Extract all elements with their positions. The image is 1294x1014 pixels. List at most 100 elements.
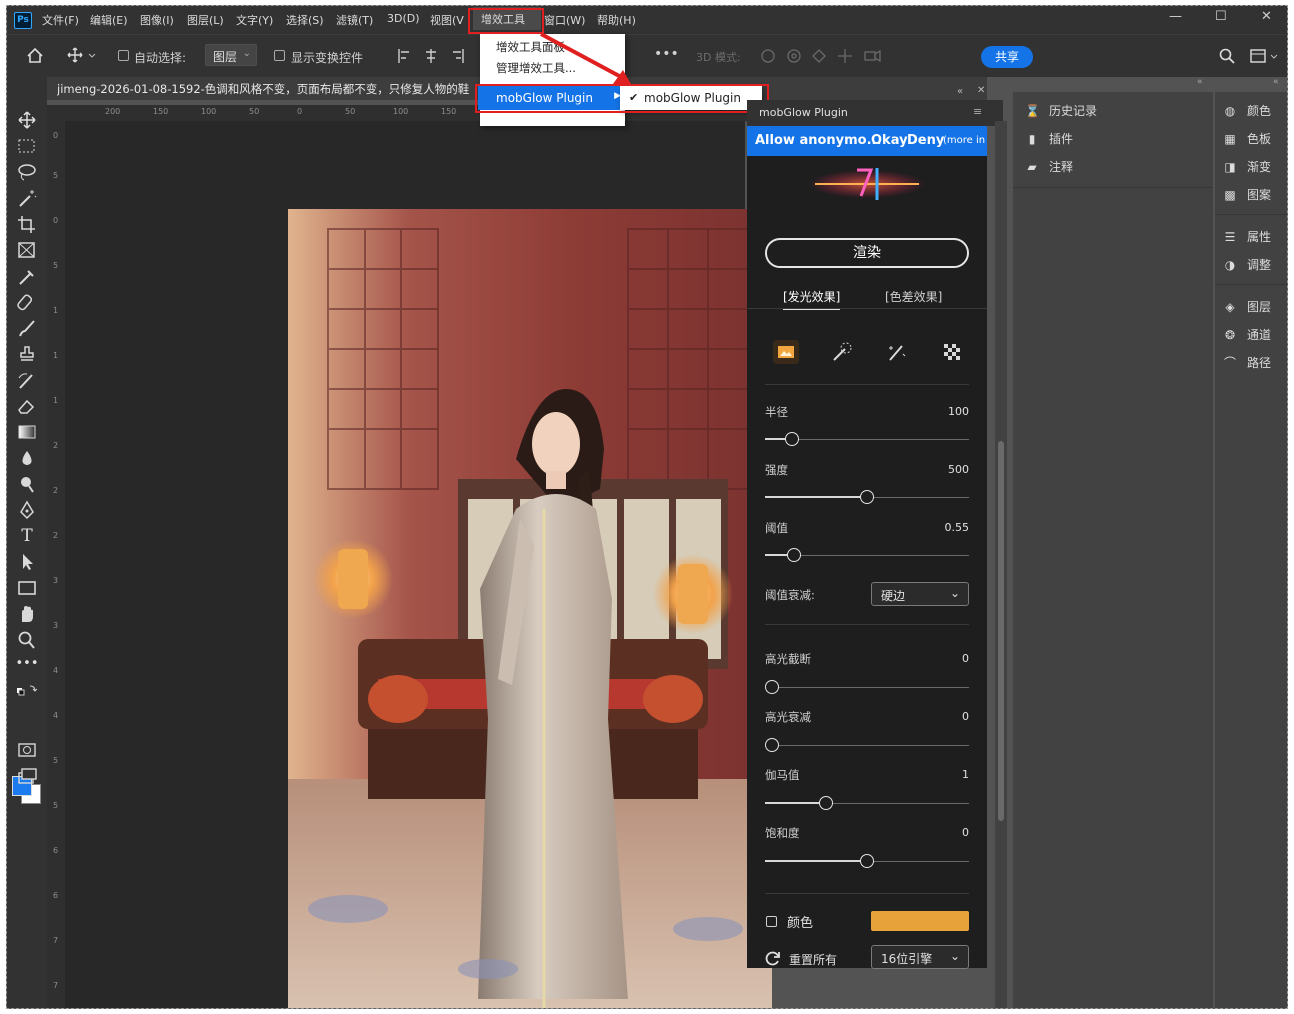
panel-properties[interactable]: ☰ 属性: [1223, 228, 1271, 245]
menu-image[interactable]: 图像(I): [140, 12, 174, 28]
highlight-clip-slider-knob[interactable]: [765, 680, 779, 694]
close-button[interactable]: ✕: [1261, 9, 1272, 24]
more-tools-icon[interactable]: •••: [15, 656, 39, 676]
brush-mask-icon[interactable]: [829, 340, 855, 364]
marquee-tool-icon[interactable]: [15, 136, 39, 156]
screen-mode-icon[interactable]: [15, 766, 39, 786]
canvas-vertical-scrollbar[interactable]: [995, 121, 1007, 1008]
share-button[interactable]: 共享: [981, 46, 1033, 68]
render-button[interactable]: 渲染: [765, 238, 969, 268]
path-selection-icon[interactable]: [15, 552, 39, 572]
menu-help[interactable]: 帮助(H): [597, 12, 636, 28]
blur-tool-icon[interactable]: [15, 448, 39, 468]
history-brush-icon[interactable]: [15, 370, 39, 390]
lasso-tool-icon[interactable]: [15, 162, 39, 182]
menu-file[interactable]: 文件(F): [42, 12, 79, 28]
gradient-tool-icon[interactable]: [15, 422, 39, 442]
scrollbar-thumb[interactable]: [998, 441, 1004, 821]
collapse-panel2-icon[interactable]: «: [1273, 77, 1279, 87]
radius-slider[interactable]: [765, 432, 969, 446]
glow-color-swatch[interactable]: [871, 911, 969, 931]
move-tool-icon[interactable]: [15, 110, 39, 130]
more-info-link[interactable]: (more in: [943, 135, 985, 146]
panel-layers[interactable]: ◈ 图层: [1223, 298, 1271, 315]
brush-tool-icon[interactable]: [15, 318, 39, 338]
maximize-button[interactable]: ☐: [1215, 9, 1227, 24]
deny-button[interactable]: Deny: [907, 133, 944, 148]
panel-channels[interactable]: ❂ 通道: [1223, 326, 1271, 343]
menu-filter[interactable]: 滤镜(T): [336, 12, 373, 28]
menu-edit[interactable]: 编辑(E): [90, 12, 128, 28]
search-icon[interactable]: [1219, 48, 1235, 64]
minimize-button[interactable]: —: [1169, 9, 1182, 24]
highlight-clip-slider[interactable]: [765, 680, 969, 694]
frame-tool-icon[interactable]: [15, 240, 39, 260]
reset-all-label[interactable]: 重置所有: [789, 951, 837, 968]
home-icon[interactable]: [27, 48, 43, 63]
magic-wand-icon[interactable]: [15, 188, 39, 208]
dodge-tool-icon[interactable]: [15, 474, 39, 494]
threshold-slider[interactable]: [765, 548, 969, 562]
threshold-decay-select[interactable]: 硬边 ⌄: [871, 582, 969, 606]
gamma-slider[interactable]: [765, 796, 969, 810]
align-icons[interactable]: [397, 48, 467, 64]
panel-gradients[interactable]: ◨ 渐变: [1223, 158, 1271, 175]
panel-history[interactable]: ⌛ 历史记录: [1025, 102, 1097, 119]
panel-plugins[interactable]: ▮ 插件: [1025, 130, 1073, 147]
quick-mask-icon[interactable]: [15, 740, 39, 760]
highlight-decay-slider-knob[interactable]: [765, 738, 779, 752]
menu-view[interactable]: 视图(V: [430, 12, 466, 28]
eraser-icon[interactable]: [15, 396, 39, 416]
magic-brush-icon[interactable]: [884, 340, 910, 364]
panel-notes[interactable]: ▰ 注释: [1025, 158, 1073, 175]
zoom-tool-icon[interactable]: [15, 630, 39, 650]
saturation-slider-knob[interactable]: [860, 854, 874, 868]
tab-chromatic-effect[interactable]: [色差效果]: [885, 288, 942, 305]
pen-tool-icon[interactable]: [15, 500, 39, 520]
layer-select[interactable]: 图层 ⌄: [205, 44, 257, 66]
eyedropper-icon[interactable]: [15, 266, 39, 286]
gamma-slider-knob[interactable]: [819, 796, 834, 810]
crop-tool-icon[interactable]: [15, 214, 39, 234]
panel-color[interactable]: ◍ 颜色: [1223, 102, 1271, 119]
panel-close-icon[interactable]: ✕: [977, 85, 985, 96]
menu-type[interactable]: 文字(Y): [236, 12, 273, 28]
radius-slider-knob[interactable]: [784, 432, 799, 446]
strength-slider[interactable]: [765, 490, 969, 504]
collapse-panel-icon[interactable]: «: [1197, 77, 1203, 87]
strength-slider-knob[interactable]: [860, 490, 874, 504]
move-tool-icon[interactable]: [67, 47, 99, 63]
swap-colors-icon[interactable]: [15, 682, 39, 702]
menu-window[interactable]: 窗口(W): [544, 12, 585, 28]
panel-menu-icon[interactable]: ≡: [973, 105, 982, 118]
show-transform-checkbox[interactable]: [274, 50, 285, 61]
canvas-image[interactable]: [288, 209, 772, 1009]
menu-layer[interactable]: 图层(L): [187, 12, 224, 28]
panel-paths[interactable]: ⌒ 路径: [1223, 354, 1271, 371]
workspace-icon[interactable]: [1250, 48, 1280, 64]
okay-button[interactable]: Okay: [871, 133, 908, 148]
menu-select[interactable]: 选择(S): [286, 12, 324, 28]
hand-tool-icon[interactable]: [15, 604, 39, 624]
plugin-panel-tab[interactable]: mobGlow Plugin: [759, 106, 848, 119]
threshold-slider-knob[interactable]: [786, 548, 801, 562]
document-tab[interactable]: jimeng-2026-01-08-1592-色调和风格不变，页面布局都不变，只…: [57, 81, 477, 97]
saturation-slider[interactable]: [765, 854, 969, 868]
rectangle-tool-icon[interactable]: [15, 578, 39, 598]
checker-icon[interactable]: [939, 340, 965, 364]
menu-3d[interactable]: 3D(D): [387, 12, 420, 25]
healing-brush-icon[interactable]: [15, 292, 39, 312]
auto-select-checkbox[interactable]: [118, 50, 129, 61]
panel-swatches[interactable]: ▦ 色板: [1223, 130, 1271, 147]
engine-select[interactable]: 16位引擎 ⌄: [871, 945, 969, 969]
reset-icon[interactable]: [765, 950, 781, 966]
glow-image-mode-button[interactable]: [773, 340, 799, 364]
type-tool-icon[interactable]: T: [15, 526, 39, 546]
more-options-icon[interactable]: •••: [654, 46, 679, 62]
color-checkbox[interactable]: [766, 916, 777, 927]
tab-glow-effect[interactable]: [发光效果]: [783, 288, 841, 310]
highlight-decay-slider[interactable]: [765, 738, 969, 752]
panel-adjustments[interactable]: ◑ 调整: [1223, 256, 1271, 273]
panel-patterns[interactable]: ▩ 图案: [1223, 186, 1271, 203]
collapse-arrows-icon[interactable]: «: [957, 86, 963, 97]
